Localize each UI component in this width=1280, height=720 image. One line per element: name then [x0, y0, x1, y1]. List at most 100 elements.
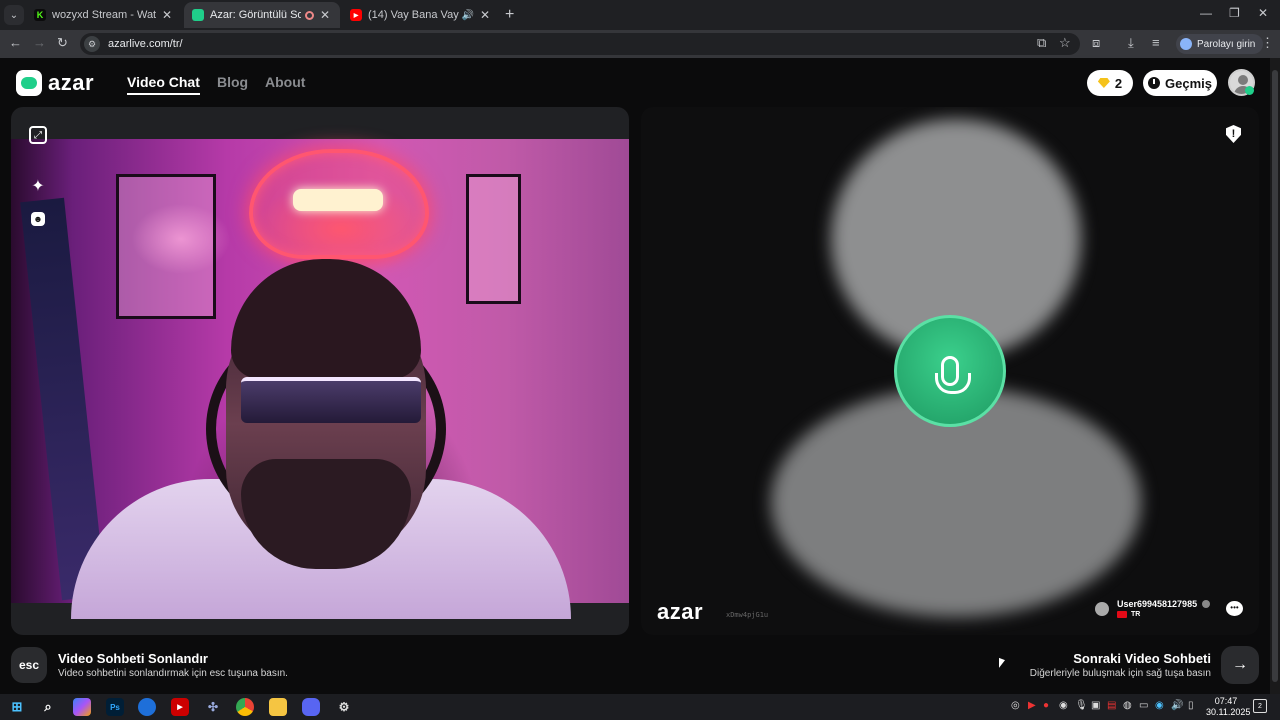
- address-bar[interactable]: ⚙ azarlive.com/tr/: [80, 33, 1080, 55]
- file-explorer-icon[interactable]: [269, 698, 287, 716]
- site-header: azar Video Chat Blog About 2 Geçmiş: [0, 58, 1270, 106]
- tab-azar[interactable]: Azar: Görüntülü Sohbet, Yen ✕: [184, 2, 340, 28]
- password-button[interactable]: Parolayı girin: [1176, 34, 1264, 54]
- peer-user-info[interactable]: User699458127985 TR: [1095, 599, 1211, 618]
- end-chat-button[interactable]: esc: [11, 647, 47, 683]
- browser-app-icon[interactable]: [138, 698, 156, 716]
- youtube-app-icon[interactable]: ▶: [171, 698, 189, 716]
- search-icon[interactable]: ⌕: [39, 698, 57, 716]
- battery-icon[interactable]: ▯: [1188, 700, 1194, 711]
- notification-count: 2: [1258, 703, 1262, 710]
- site-info-icon[interactable]: ⚙: [84, 36, 100, 52]
- page-scrollbar[interactable]: [1270, 58, 1280, 694]
- copilot-icon[interactable]: [73, 698, 91, 716]
- windows-start-icon[interactable]: ⊞: [8, 698, 26, 716]
- tray-record-icon[interactable]: ●: [1043, 700, 1049, 711]
- end-chat-hint: Video sohbetini sonlandırmak için esc tu…: [58, 668, 288, 679]
- azar-logo[interactable]: azar: [16, 70, 94, 96]
- close-tab-icon[interactable]: ✕: [160, 8, 174, 22]
- tab-youtube[interactable]: ▶ (14) Vay Bana Vay Yar Bana 🔊 ✕: [342, 2, 500, 28]
- wall-poster: [466, 174, 521, 304]
- tray-app-icon[interactable]: ◎: [1011, 700, 1020, 711]
- session-id: xDmw4pjG1u: [726, 611, 769, 619]
- steam-icon[interactable]: ⚙: [335, 698, 353, 716]
- forward-arrow-icon[interactable]: →: [33, 35, 46, 50]
- peer-avatar-icon: [1095, 601, 1109, 616]
- tray-app2-icon[interactable]: ▤: [1107, 700, 1116, 711]
- reload-icon[interactable]: ↻: [57, 35, 68, 51]
- tab-title: wozyxd Stream - Watch Live on: [52, 9, 156, 21]
- mouse-cursor-icon: [999, 657, 1005, 671]
- self-video-panel: ⤢ ✦ ☻: [11, 107, 629, 635]
- scarf-decoration: [20, 197, 106, 601]
- report-shield-icon[interactable]: !: [1226, 125, 1241, 143]
- expand-icon[interactable]: ⤢: [29, 126, 47, 144]
- chrome-icon[interactable]: [229, 694, 261, 720]
- turkey-flag-icon: [1117, 611, 1127, 618]
- tab-kick-stream[interactable]: K wozyxd Stream - Watch Live on ✕: [26, 2, 182, 28]
- tray-app3-icon[interactable]: ◍: [1123, 700, 1132, 711]
- back-arrow-icon[interactable]: ←: [9, 35, 22, 50]
- browser-menu-icon[interactable]: ⋮: [1261, 35, 1274, 51]
- sparkle-effects-icon[interactable]: ✦: [29, 177, 47, 195]
- self-camera-feed: [11, 139, 629, 619]
- tray-app4-icon[interactable]: ◉: [1155, 700, 1164, 711]
- neon-lips-sign: [249, 149, 429, 259]
- gem-icon: [1097, 78, 1110, 88]
- nav-blog[interactable]: Blog: [217, 74, 248, 90]
- azar-logo-icon: [16, 70, 42, 96]
- youtube-favicon-icon: ▶: [350, 9, 362, 21]
- notification-center-icon[interactable]: 2: [1253, 699, 1267, 713]
- gems-button[interactable]: 2: [1087, 70, 1133, 96]
- network-app-icon[interactable]: ✣: [204, 698, 222, 716]
- install-app-icon[interactable]: ⧉: [1037, 35, 1046, 51]
- voice-mode-button[interactable]: [894, 315, 1006, 427]
- next-chat-button[interactable]: →: [1221, 646, 1259, 684]
- reading-list-icon[interactable]: ≡: [1152, 35, 1160, 50]
- esc-key-label: esc: [18, 658, 40, 672]
- windows-taskbar: ⊞ ⌕ Ps ▶ ✣ ⚙ ◎ ▶ ● ◉ 🎙 ▣ ▤ ◍ ▭ ◉ 🔊 ▯ 07:…: [0, 694, 1280, 720]
- minimize-window-button[interactable]: —: [1200, 6, 1212, 20]
- volume-icon[interactable]: 🔊: [1171, 700, 1183, 711]
- clock-time: 07:47: [1214, 696, 1238, 706]
- tab-title: Azar: Görüntülü Sohbet, Yen: [210, 9, 301, 21]
- tray-spotify-icon[interactable]: ◉: [1059, 700, 1068, 711]
- face-filter-icon[interactable]: ☻: [31, 212, 45, 226]
- chat-bubble-icon[interactable]: •••: [1226, 601, 1243, 616]
- new-tab-button[interactable]: +: [505, 6, 514, 24]
- tray-youtube-icon[interactable]: ▶: [1028, 700, 1036, 711]
- history-label: Geçmiş: [1165, 75, 1212, 91]
- nav-about[interactable]: About: [265, 74, 305, 90]
- password-button-label: Parolayı girin: [1197, 38, 1256, 50]
- system-clock[interactable]: 07:47 30.11.2025: [1206, 696, 1250, 718]
- scrollbar-thumb[interactable]: [1272, 70, 1278, 682]
- peer-watermark-logo: azar: [657, 599, 704, 624]
- peer-country: TR: [1131, 611, 1141, 618]
- tray-display-icon[interactable]: ▭: [1139, 700, 1148, 711]
- logo-text: azar: [48, 70, 95, 95]
- close-window-button[interactable]: ✕: [1258, 6, 1268, 20]
- browser-toolbar: ← → ↻ ⚙ azarlive.com/tr/ ⧉ ☆ ⧈ ⤓ ≡ Parol…: [0, 30, 1280, 58]
- tray-window-icon[interactable]: ▣: [1091, 700, 1100, 711]
- tab-title: (14) Vay Bana Vay Yar Bana: [368, 9, 459, 21]
- tray-mic-icon[interactable]: 🎙: [1075, 700, 1088, 711]
- kick-favicon-icon: K: [34, 9, 46, 21]
- history-button[interactable]: Geçmiş: [1143, 70, 1217, 96]
- close-tab-icon[interactable]: ✕: [318, 8, 332, 22]
- restore-window-button[interactable]: ❐: [1229, 6, 1240, 20]
- browser-tabstrip: ⌄ K wozyxd Stream - Watch Live on ✕ Azar…: [0, 0, 1280, 30]
- next-chat-hint: Diğerleriyle buluşmak için sağ tuşa bası…: [1029, 668, 1211, 679]
- nav-video-chat[interactable]: Video Chat: [127, 74, 200, 95]
- discord-icon[interactable]: [302, 698, 320, 716]
- close-tab-icon[interactable]: ✕: [478, 8, 492, 22]
- url-text[interactable]: azarlive.com/tr/: [108, 38, 183, 50]
- end-chat-title: Video Sohbeti Sonlandır: [58, 651, 208, 666]
- audio-playing-icon[interactable]: 🔊: [462, 10, 474, 21]
- download-icon[interactable]: ⤓: [1128, 35, 1134, 51]
- extensions-icon[interactable]: ⧈: [1092, 35, 1100, 51]
- photoshop-icon[interactable]: Ps: [106, 698, 124, 716]
- bookmark-star-icon[interactable]: ☆: [1059, 35, 1071, 51]
- verified-badge-icon: [1202, 600, 1211, 608]
- tab-search-chevron-icon[interactable]: ⌄: [4, 5, 24, 25]
- next-chat-title: Sonraki Video Sohbeti: [1073, 651, 1211, 666]
